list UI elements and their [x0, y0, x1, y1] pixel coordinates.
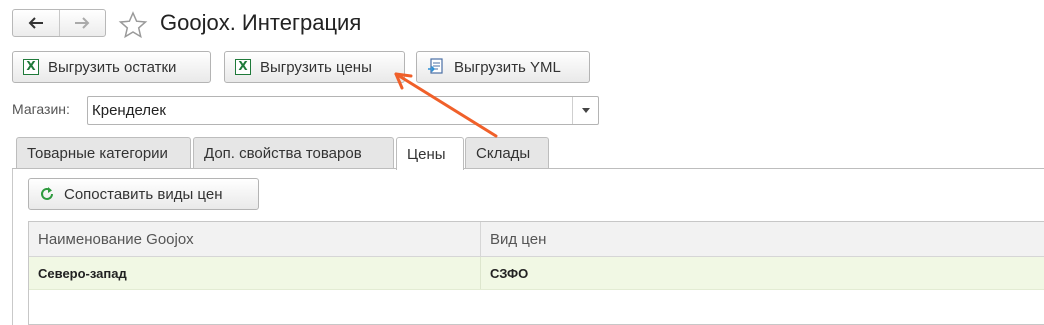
- tab-warehouses[interactable]: Склады: [465, 137, 549, 169]
- export-stock-button[interactable]: X Выгрузить остатки: [12, 51, 211, 83]
- export-yml-button[interactable]: Выгрузить YML: [416, 51, 590, 83]
- shop-dropdown-button[interactable]: [572, 97, 598, 124]
- table-header: Наименование Goojox Вид цен: [29, 222, 1044, 257]
- price-mapping-table: Наименование Goojox Вид цен Северо-запад…: [28, 221, 1044, 325]
- export-document-icon: [428, 58, 443, 74]
- cell-price-type[interactable]: СЗФО: [481, 257, 1044, 289]
- export-yml-label: Выгрузить YML: [454, 58, 561, 76]
- column-header-price-type[interactable]: Вид цен: [481, 222, 1044, 256]
- match-price-types-label: Сопоставить виды цен: [64, 185, 223, 203]
- tab-product-properties[interactable]: Доп. свойства товаров: [193, 137, 394, 169]
- refresh-icon: [41, 187, 53, 200]
- shop-select[interactable]: Кренделек: [87, 96, 599, 125]
- excel-icon: X: [235, 59, 251, 75]
- panel-border: [12, 169, 13, 325]
- export-stock-label: Выгрузить остатки: [48, 58, 177, 76]
- tab-prices[interactable]: Цены: [396, 137, 464, 170]
- chevron-down-icon: [581, 108, 590, 113]
- column-header-goojox-name[interactable]: Наименование Goojox: [29, 222, 481, 256]
- tab-divider: [12, 168, 1044, 169]
- tab-product-categories[interactable]: Товарные категории: [16, 137, 191, 169]
- forward-button[interactable]: [58, 10, 106, 36]
- arrow-left-icon: [28, 17, 43, 29]
- star-icon: [118, 11, 148, 39]
- tab-label: Цены: [407, 145, 446, 163]
- export-prices-button[interactable]: X Выгрузить цены: [224, 51, 405, 83]
- tab-label: Склады: [476, 145, 531, 162]
- shop-label: Магазин:: [12, 101, 70, 117]
- tab-label: Доп. свойства товаров: [204, 145, 362, 162]
- shop-value[interactable]: Кренделек: [88, 97, 572, 124]
- export-prices-label: Выгрузить цены: [260, 58, 372, 76]
- favorite-button[interactable]: [118, 11, 148, 42]
- excel-icon: X: [23, 59, 39, 75]
- navigation-buttons: [12, 9, 106, 37]
- back-button[interactable]: [13, 10, 59, 36]
- page-title: Goojox. Интеграция: [160, 10, 362, 35]
- cell-goojox-name[interactable]: Северо-запад: [29, 257, 481, 289]
- table-row[interactable]: Северо-запад СЗФО: [29, 257, 1044, 290]
- arrow-right-icon: [75, 17, 90, 29]
- match-price-types-button[interactable]: Сопоставить виды цен: [28, 178, 259, 210]
- tab-label: Товарные категории: [27, 145, 168, 162]
